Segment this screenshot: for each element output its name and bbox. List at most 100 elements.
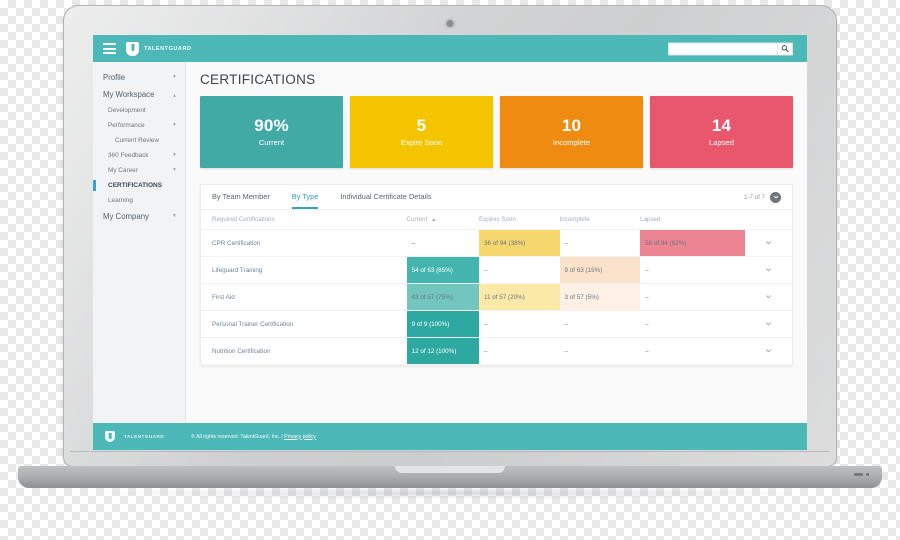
column-header-lapsed[interactable]: Lapsed (640, 210, 746, 230)
kpi-card-current[interactable]: 90% Current (200, 96, 343, 168)
hamburger-icon[interactable] (103, 43, 116, 54)
copyright-text: © All rights reserved. TalentGuard, Inc.… (191, 433, 285, 440)
row-expand-button[interactable] (745, 337, 792, 365)
cell-incomplete: 9 of 63 (15%) (559, 256, 641, 284)
app-footer: TALENTGUARD © All rights reserved. Talen… (93, 423, 807, 450)
certification-name[interactable]: Personal Trainer Certification (201, 310, 407, 338)
kpi-card-expire-soon[interactable]: 5 Expire Soon (350, 96, 493, 168)
column-header-current-label: Current (406, 216, 428, 223)
kpi-caption: Lapsed (709, 137, 734, 147)
chevron-up-icon: ▼ (172, 92, 177, 98)
table-row[interactable]: Lifeguard Training 54 of 63 (85%) –9 of 63… (201, 256, 792, 284)
kpi-caption: Incomplete (552, 137, 591, 147)
chevron-down-icon (766, 321, 772, 325)
certifications-table: Required Certifications Current ▲ Expires… (201, 210, 792, 365)
hinge-line (70, 451, 830, 452)
cell-current: 43 of 57 (75%) (406, 283, 479, 311)
certification-name[interactable]: CPR Certification (201, 229, 407, 257)
search-input[interactable] (669, 43, 777, 54)
footer-brand-name: TALENTGUARD (124, 434, 165, 439)
footer-copyright: © All rights reserved. TalentGuard, Inc.… (191, 434, 316, 440)
cell-current: 12 of 12 (100%) (406, 337, 479, 365)
search-button[interactable] (777, 43, 792, 54)
column-header-current[interactable]: Current ▲ (406, 210, 479, 230)
footer-shield-icon (105, 431, 115, 442)
sidebar-item-label: Current Review (115, 137, 160, 144)
certification-name[interactable]: First Aid (201, 283, 407, 311)
tab-by-team-member[interactable]: By Team Member (212, 185, 270, 209)
sidebar-item-performance[interactable]: Performance ▼ (93, 118, 185, 133)
chevron-down-icon: ▼ (172, 213, 177, 219)
column-header-name[interactable]: Required Certifications (201, 210, 407, 230)
main-content: CERTIFICATIONS 90% Current 5 Expire Soon 10 I… (186, 62, 807, 423)
row-expand-button[interactable] (745, 256, 792, 284)
kpi-caption: Current (258, 137, 285, 147)
privacy-policy-link[interactable]: Privacy policy (284, 434, 316, 440)
kpi-value: 5 (416, 116, 427, 136)
sidebar-item-label: Performance (108, 122, 145, 129)
sidebar-item-development[interactable]: Development (93, 103, 185, 118)
brand-name: TALENTGUARD (144, 45, 192, 52)
cell-expires: 36 of 94 (38%) (478, 229, 560, 257)
column-header-expires[interactable]: Expires Soon (478, 210, 560, 230)
sidebar-item-label: CERTIFICATIONS (108, 182, 163, 189)
kpi-value: 14 (711, 116, 732, 136)
sidebar-item-certifications[interactable]: CERTIFICATIONS (93, 178, 185, 193)
cell-current: 9 of 9 (100%) (406, 310, 479, 338)
search-box[interactable] (668, 42, 793, 55)
cell-expires: 11 of 57 (20%) (478, 283, 560, 311)
brand-logo[interactable]: TALENTGUARD (126, 41, 192, 56)
kpi-card-incomplete[interactable]: 10 Incomplete (500, 96, 643, 168)
certification-name[interactable]: Lifeguard Training (201, 256, 407, 284)
cell-lapsed: – (640, 283, 746, 311)
laptop-base (18, 466, 882, 488)
sidebar-item-label: My Company (103, 212, 149, 221)
chevron-down-icon (766, 267, 772, 271)
base-notch (395, 466, 505, 473)
kpi-card-row: 90% Current 5 Expire Soon 10 Incomplete 14 Laps… (186, 96, 807, 168)
sidebar-item-my-workspace[interactable]: My Workspace ▼ (93, 86, 185, 103)
sidebar-item-my-company[interactable]: My Company ▼ (93, 208, 185, 225)
chevron-down-icon: ▼ (172, 167, 177, 173)
cell-incomplete: – (559, 229, 641, 257)
table-row[interactable]: Personal Trainer Certification 9 of 9 (10… (201, 310, 792, 338)
tab-by-type[interactable]: By Type (291, 185, 319, 209)
base-vents (854, 473, 869, 476)
cell-current: 54 of 63 (85%) (406, 256, 479, 284)
page-title: CERTIFICATIONS (186, 62, 807, 96)
table-row[interactable]: Nutrition Certification 12 of 12 (100%) – –… (201, 337, 792, 365)
table-row[interactable]: CPR Certification –36 of 94 (38%) –58 of 9… (201, 229, 792, 257)
certification-name[interactable]: Nutrition Certification (201, 337, 407, 365)
row-expand-button[interactable] (745, 283, 792, 311)
webcam-icon (446, 20, 454, 27)
search-icon (781, 45, 789, 53)
sidebar-item-learning[interactable]: Learning (93, 193, 185, 208)
cell-expires: – (478, 310, 560, 338)
row-expand-button[interactable] (745, 310, 792, 338)
kpi-card-lapsed[interactable]: 14 Lapsed (650, 96, 793, 168)
tab-individual-certificate-details[interactable]: Individual Certificate Details (340, 185, 431, 209)
pagination-dropdown-button[interactable] (770, 191, 781, 203)
cell-current: – (406, 229, 479, 257)
chevron-down-icon (766, 240, 772, 244)
cell-incomplete: 3 of 57 (5%) (559, 283, 641, 311)
table-row[interactable]: First Aid 43 of 57 (75%) 11 of 57 (20%) 3 o… (201, 283, 792, 311)
kpi-value: 10 (561, 116, 582, 136)
sidebar-item-current-review[interactable]: Current Review (93, 133, 185, 148)
sidebar-item-label: My Workspace (103, 90, 155, 99)
row-expand-button[interactable] (745, 229, 792, 257)
table-header-row: Required Certifications Current ▲ Expires… (201, 210, 792, 230)
sidebar-item-my-career[interactable]: My Career ▼ (93, 163, 185, 178)
shield-icon (126, 41, 139, 56)
tab-bar: By Team Member By Type Individual Certific… (201, 185, 792, 210)
column-header-actions (745, 210, 792, 230)
sort-asc-icon: ▲ (431, 217, 437, 223)
chevron-down-icon: ▼ (172, 74, 177, 80)
sidebar-item-label: 360 Feedback (108, 152, 149, 159)
sidebar-item-360-feedback[interactable]: 360 Feedback ▼ (93, 148, 185, 163)
sidebar-item-profile[interactable]: Profile ▼ (93, 69, 185, 86)
cell-lapsed: – (640, 310, 746, 338)
cell-expires: – (478, 256, 560, 284)
certifications-panel: By Team Member By Type Individual Certific… (200, 184, 793, 366)
column-header-incomplete[interactable]: Incomplete (559, 210, 641, 230)
